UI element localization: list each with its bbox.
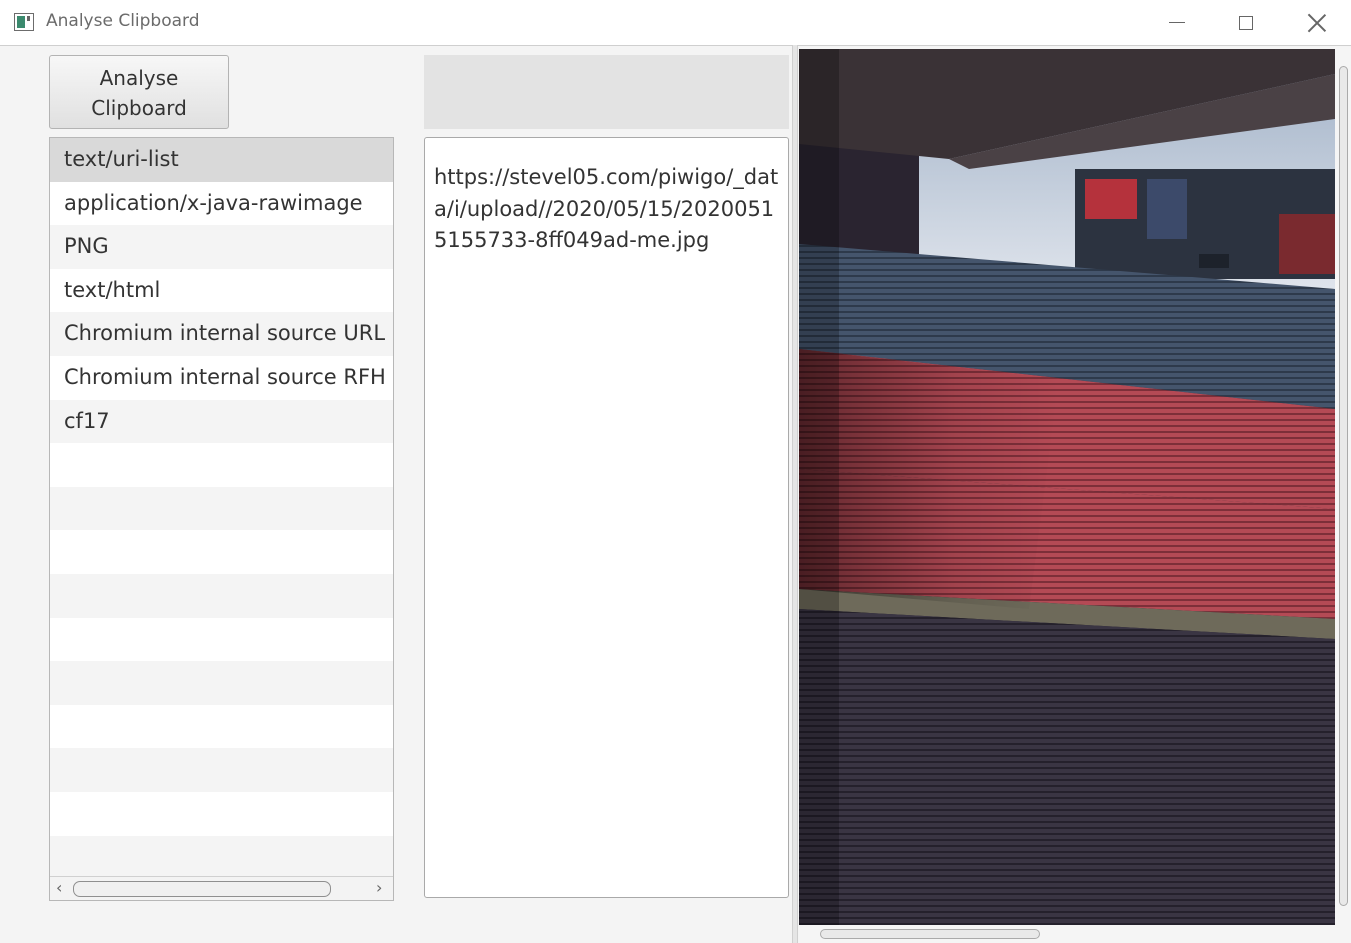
list-item[interactable]: PNG [50, 225, 393, 269]
list-item[interactable]: text/uri-list [50, 138, 393, 182]
list-item-label: text/uri-list [64, 147, 179, 171]
analyse-clipboard-window: Analyse Clipboard Analyse Clipboard text… [0, 0, 1351, 943]
list-item-label: cf17 [64, 408, 110, 433]
empty-row [50, 573, 393, 618]
empty-row [50, 661, 393, 705]
window-title: Analyse Clipboard [46, 11, 200, 31]
maximize-icon [1239, 15, 1253, 30]
list-item-label: Chromium internal source URL [64, 321, 386, 346]
analyse-button-label-line2: Clipboard [91, 96, 187, 120]
app-icon [14, 13, 34, 31]
title-bar[interactable]: Analyse Clipboard [0, 0, 1351, 46]
empty-row [50, 617, 393, 662]
list-item-label: Chromium internal source RFH token [64, 364, 393, 389]
scrollbar-thumb[interactable] [820, 929, 1040, 939]
image-preview-pane[interactable] [799, 47, 1351, 943]
list-item-label: application/x-java-rawimage [64, 190, 363, 215]
minimize-button[interactable] [1142, 0, 1212, 45]
preview-horizontal-scrollbar[interactable] [799, 925, 1336, 943]
empty-row [50, 486, 393, 531]
maximize-button[interactable] [1211, 0, 1281, 45]
analyse-button-label-line1: Analyse [99, 66, 179, 90]
list-item-label: PNG [64, 234, 109, 259]
empty-row [50, 443, 393, 487]
close-button[interactable] [1282, 0, 1351, 45]
list-item[interactable]: cf17 [50, 399, 393, 444]
scroll-right-icon[interactable]: › [376, 880, 382, 896]
empty-row [50, 704, 393, 749]
scrollbar-thumb[interactable] [1339, 66, 1348, 906]
list-item[interactable]: application/x-java-rawimage [50, 181, 393, 226]
list-item[interactable]: Chromium internal source URL [50, 312, 393, 356]
scrollbar-thumb[interactable] [73, 881, 331, 897]
list-horizontal-scrollbar[interactable]: ‹ › [50, 876, 393, 900]
list-item[interactable]: Chromium internal source RFH token [50, 355, 393, 400]
close-icon [1308, 14, 1326, 32]
clipboard-format-list[interactable]: text/uri-list application/x-java-rawimag… [49, 137, 394, 901]
empty-row [50, 791, 393, 836]
scroll-left-icon[interactable]: ‹ [56, 880, 62, 896]
list-item[interactable]: text/html [50, 268, 393, 313]
empty-row [50, 835, 393, 880]
empty-row [50, 748, 393, 792]
split-pane-divider[interactable] [792, 45, 798, 943]
stadium-photo [799, 49, 1335, 925]
preview-vertical-scrollbar[interactable] [1336, 47, 1351, 925]
clipboard-content-text-area[interactable]: https://stevel05.com/piwigo/_data/i/uplo… [424, 137, 789, 898]
minimize-icon [1169, 22, 1185, 23]
content-header-bar [424, 55, 789, 129]
list-item-label: text/html [64, 277, 161, 302]
analyse-clipboard-button[interactable]: Analyse Clipboard [49, 55, 229, 129]
empty-row [50, 530, 393, 574]
